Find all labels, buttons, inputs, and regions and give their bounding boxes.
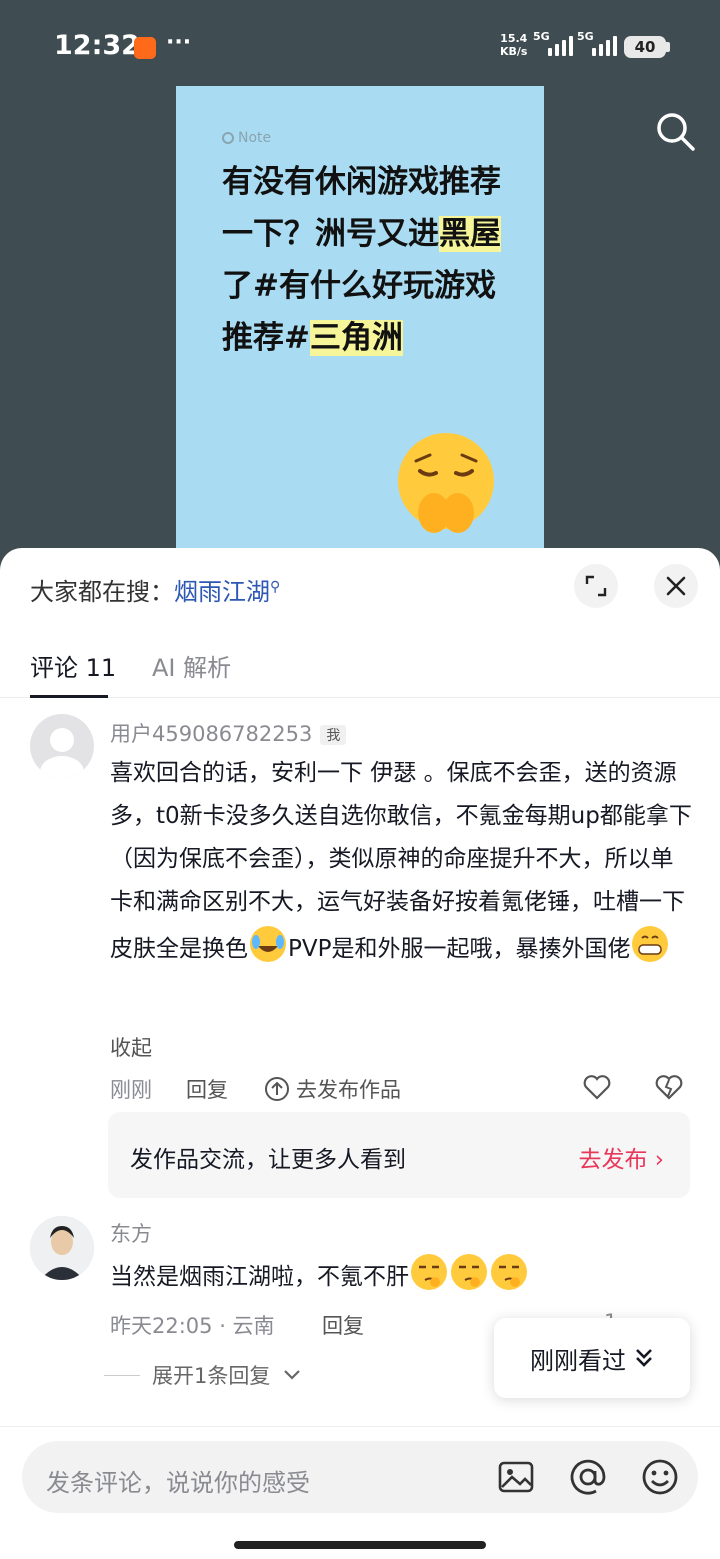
me-badge: 我	[320, 725, 347, 745]
reply-button[interactable]: 回复	[186, 1074, 228, 1104]
expand-sheet-button[interactable]	[574, 564, 618, 608]
dislike-heart-icon[interactable]	[654, 1072, 684, 1102]
smirk-emoji-icon	[489, 1252, 529, 1292]
note-title: 有没有休闲游戏推荐一下？洲号又进黑屋了#有什么好玩游戏推荐#三角洲	[222, 164, 501, 356]
publish-button[interactable]: 去发布 ›	[578, 1140, 664, 1174]
comment-input[interactable]: 发条评论，说说你的感受	[22, 1441, 698, 1513]
publish-prompt-box[interactable]: 发作品交流，让更多人看到 去发布 ›	[108, 1112, 690, 1198]
expand-replies-link[interactable]: 展开1条回复	[104, 1360, 302, 1390]
status-time: 12:32	[54, 30, 140, 61]
signal-1-icon	[548, 34, 573, 56]
search-icon[interactable]	[654, 110, 698, 154]
more-notifications-icon: ···	[166, 30, 192, 55]
app-notification-icon	[134, 37, 156, 59]
expand-icon	[585, 575, 607, 597]
mention-icon[interactable]	[568, 1457, 608, 1497]
close-button[interactable]	[654, 564, 698, 608]
home-indicator[interactable]	[234, 1541, 486, 1549]
comment-time: 刚刚	[110, 1078, 152, 1102]
like-heart-icon[interactable]	[582, 1072, 612, 1102]
battery-tip	[666, 42, 670, 52]
pleading-emoji-icon	[394, 431, 498, 535]
battery-icon: 40	[624, 36, 666, 58]
comment-tabs: 评论 11 AI 解析	[0, 644, 720, 698]
tab-ai-analysis[interactable]: AI 解析	[152, 648, 231, 683]
double-chevron-down-icon	[636, 1349, 652, 1367]
signal-2-icon	[592, 34, 617, 56]
post-media-area[interactable]: 12:32 ··· 15.4 KB/s 5G 5G 40 Note 有没有休闲游…	[0, 0, 720, 600]
tab-indicator	[30, 695, 108, 698]
comment-sheet: 大家都在搜：烟雨江湖⚲ 评论 11 AI 解析 用户459086782253 我 …	[0, 548, 720, 1559]
grin-emoji-icon	[630, 924, 670, 964]
laugh-cry-emoji-icon	[248, 924, 288, 964]
chevron-down-icon	[284, 1370, 301, 1380]
status-bar: 12:32 ··· 15.4 KB/s 5G 5G 40	[0, 0, 720, 90]
avatar[interactable]	[30, 1216, 94, 1280]
comment-text[interactable]: 当然是烟雨江湖啦，不氪不肝	[110, 1252, 630, 1299]
close-icon	[666, 576, 686, 596]
comment-input-bar: 发条评论，说说你的感受	[0, 1426, 720, 1559]
smirk-emoji-icon	[449, 1252, 489, 1292]
hot-search[interactable]: 大家都在搜：烟雨江湖⚲	[30, 572, 280, 607]
upload-icon	[265, 1077, 289, 1101]
net-speed: 15.4 KB/s	[500, 32, 528, 58]
avatar[interactable]	[30, 714, 94, 778]
reply-button[interactable]: 回复	[322, 1310, 364, 1340]
search-small-icon: ⚲	[270, 579, 281, 595]
note-card: Note 有没有休闲游戏推荐一下？洲号又进黑屋了#有什么好玩游戏推荐#三角洲	[176, 86, 544, 556]
comment-text[interactable]: 喜欢回合的话，安利一下 伊瑟 。保底不会歪，送的资源多，t0新卡没多久送自选你敢…	[110, 752, 692, 971]
image-icon[interactable]	[496, 1457, 536, 1497]
publish-work-link[interactable]: 去发布作品	[264, 1074, 401, 1104]
comment-time-location: 昨天22:05 · 云南	[110, 1314, 275, 1338]
collapse-link[interactable]: 收起	[110, 1032, 152, 1062]
note-label: Note	[222, 130, 271, 146]
comment-username[interactable]: 用户459086782253 我	[110, 718, 347, 748]
recently-viewed-button[interactable]: 刚刚看过	[494, 1318, 690, 1398]
tab-comments[interactable]: 评论 11	[30, 648, 116, 683]
publish-prompt-text: 发作品交流，让更多人看到	[130, 1147, 406, 1173]
comment-input-placeholder: 发条评论，说说你的感受	[46, 1469, 310, 1497]
smirk-emoji-icon	[409, 1252, 449, 1292]
emoji-icon[interactable]	[640, 1457, 680, 1497]
comment-username[interactable]: 东方	[110, 1218, 152, 1248]
hot-search-keyword[interactable]: 烟雨江湖	[174, 578, 270, 606]
